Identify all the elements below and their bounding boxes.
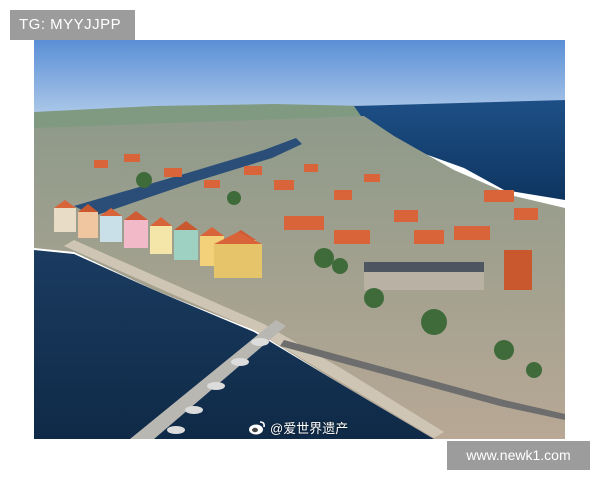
weibo-watermark: @爱世界遗产 [248, 418, 348, 437]
site-url-badge: www.newk1.com [447, 441, 590, 470]
aerial-photo [34, 40, 565, 439]
weibo-watermark-text: @爱世界遗产 [270, 421, 349, 436]
tg-watermark-badge: TG: MYYJJPP [10, 10, 135, 40]
sky [34, 40, 565, 112]
yellow-building [214, 244, 262, 278]
weibo-icon [248, 420, 266, 435]
aerial-harbor-scene [34, 40, 565, 439]
grey-roof [364, 262, 484, 272]
